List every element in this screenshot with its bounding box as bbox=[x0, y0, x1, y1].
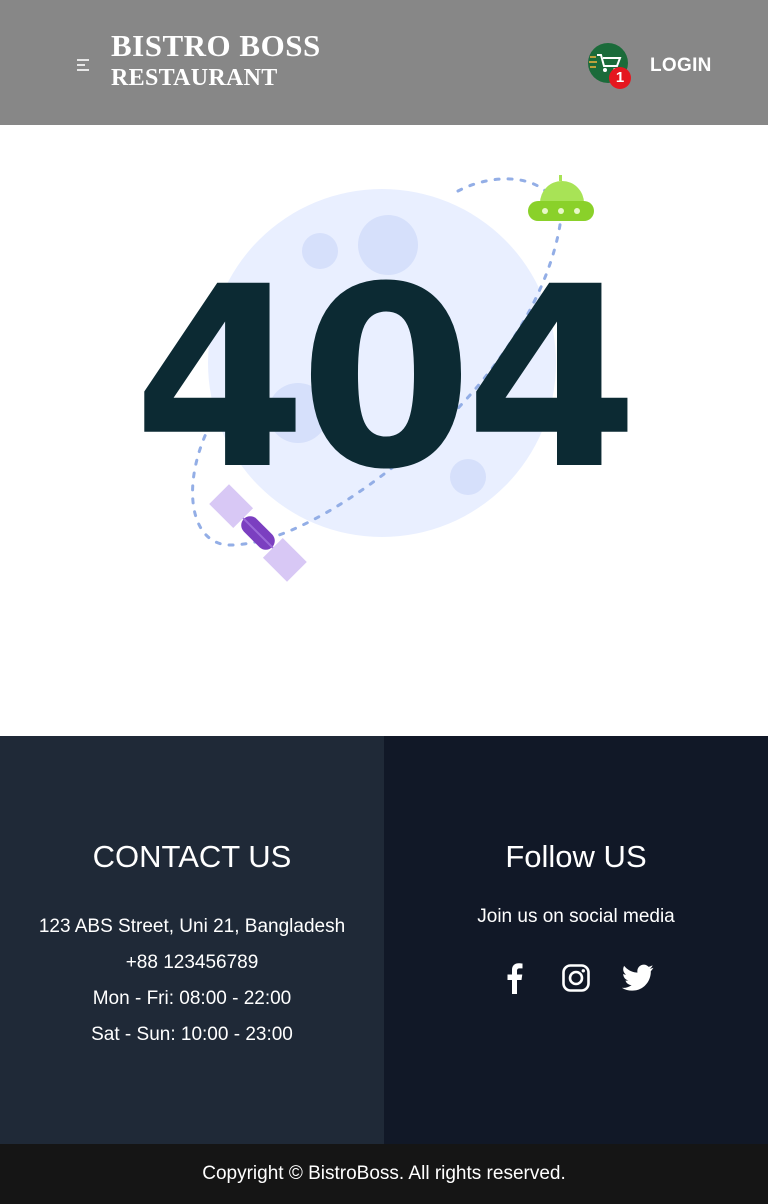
brand-logo[interactable]: BISTRO BOSS RESTAURANT bbox=[111, 30, 321, 90]
contact-phone: +88 123456789 bbox=[125, 952, 259, 973]
brand-name: BISTRO BOSS bbox=[111, 28, 321, 63]
twitter-icon[interactable] bbox=[622, 962, 654, 994]
not-found-illustration: 404 bbox=[120, 165, 660, 595]
contact-address: 123 ABS Street, Uni 21, Bangladesh bbox=[38, 916, 346, 937]
contact-weekend-hours: Sat - Sun: 10:00 - 23:00 bbox=[91, 1024, 293, 1045]
brand-subtitle: RESTAURANT bbox=[111, 65, 278, 91]
follow-subtitle: Join us on social media bbox=[477, 906, 675, 927]
cart-button[interactable]: 1 bbox=[584, 43, 632, 91]
contact-weekday-hours: Mon - Fri: 08:00 - 22:00 bbox=[92, 988, 292, 1009]
contact-title: CONTACT US bbox=[92, 839, 292, 874]
ufo-icon bbox=[528, 175, 594, 221]
instagram-icon[interactable] bbox=[560, 962, 592, 994]
copyright-bar: Copyright © BistroBoss. All rights reser… bbox=[0, 1144, 768, 1204]
hamburger-menu-icon[interactable] bbox=[72, 54, 94, 76]
social-links bbox=[384, 962, 768, 994]
page: BISTRO BOSS RESTAURANT 1 LOGIN 404 CONTA… bbox=[0, 0, 768, 1204]
follow-title: Follow US bbox=[505, 839, 647, 874]
copyright-text: Copyright © BistroBoss. All rights reser… bbox=[202, 1163, 566, 1184]
login-link[interactable]: LOGIN bbox=[650, 55, 712, 77]
contact-section: CONTACT US 123 ABS Street, Uni 21, Bangl… bbox=[0, 736, 384, 1144]
follow-section: Follow US Join us on social media bbox=[384, 736, 768, 1144]
error-code: 404 bbox=[133, 233, 631, 524]
cart-count-badge: 1 bbox=[609, 67, 631, 89]
contact-details: 123 ABS Street, Uni 21, Bangladesh +88 1… bbox=[0, 909, 384, 1053]
navbar: BISTRO BOSS RESTAURANT 1 LOGIN bbox=[0, 0, 768, 125]
facebook-icon[interactable] bbox=[498, 962, 530, 994]
